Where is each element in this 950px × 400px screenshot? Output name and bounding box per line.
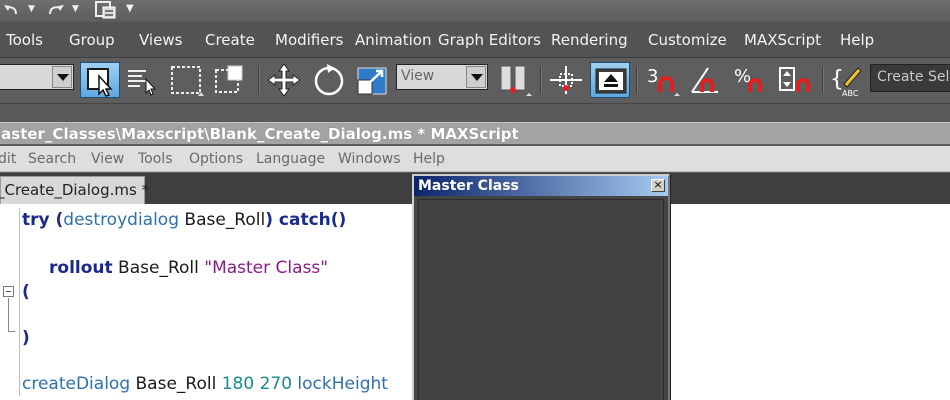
code-line-4: )	[22, 328, 30, 348]
maxscript-editor-title: laster_Classes\Maxscript\Blank_Create_Di…	[0, 125, 519, 143]
menu-modifiers[interactable]: Modifiers	[275, 31, 343, 49]
selection-filter-dropdown[interactable]	[0, 64, 74, 90]
menu-help[interactable]: Help	[840, 31, 874, 49]
close-icon[interactable]: ×	[651, 179, 665, 192]
customize-quick-access-icon[interactable]: ▼	[126, 0, 134, 20]
editor-menu-view[interactable]: View	[91, 151, 124, 167]
scale-button[interactable]	[354, 62, 394, 98]
dialog-title-bar[interactable]: Master Class ×	[414, 176, 668, 196]
menu-maxscript[interactable]: MAXScript	[744, 31, 821, 49]
select-by-name-icon[interactable]	[124, 62, 162, 98]
parameter-name: lockHeight	[292, 374, 388, 394]
rotate-icon[interactable]	[310, 62, 348, 98]
reference-coordinate-dropdown[interactable]: View	[396, 64, 488, 90]
identifier: Base_Roll	[130, 374, 222, 394]
toolbar-separator	[822, 66, 823, 94]
tab-label: _Create_Dialog.ms *	[0, 181, 150, 199]
percent-snap-icon[interactable]: %	[732, 62, 772, 98]
chevron-down-icon[interactable]	[52, 66, 72, 88]
menu-graph-editors[interactable]: Graph Editors	[438, 31, 541, 49]
undo-icon[interactable]	[2, 0, 24, 20]
rectangular-selection-icon[interactable]	[168, 62, 208, 98]
menu-tools[interactable]: Tools	[6, 31, 43, 49]
create-selection-set-input[interactable]: Create Sele	[870, 64, 950, 92]
string-literal: "Master Class"	[204, 258, 329, 278]
paren: ()	[330, 210, 347, 230]
identifier: Base_Roll	[179, 210, 266, 230]
fold-guide-end	[8, 331, 15, 332]
identifier: Base_Roll	[112, 258, 205, 278]
spinner-snap-icon[interactable]	[776, 62, 816, 98]
toolbar-separator	[540, 66, 541, 94]
function-name: destroydialog	[63, 210, 179, 230]
gutter-divider	[19, 208, 20, 396]
main-toolbar: View 3 % {ABC Create Sele	[0, 58, 950, 104]
tab-blank-create-dialog[interactable]: _Create_Dialog.ms *	[0, 176, 149, 204]
number-literal: 270	[254, 374, 293, 394]
paren: (	[49, 210, 64, 230]
maxscript-editor-menu: dit Search View Tools Options Language W…	[0, 146, 950, 172]
editor-menu-search[interactable]: Search	[28, 151, 76, 167]
menu-create[interactable]: Create	[205, 31, 255, 49]
scale-icon	[357, 67, 387, 95]
toolbar-gap	[0, 105, 950, 122]
select-and-manipulate-icon[interactable]	[546, 62, 586, 98]
code-gutter	[0, 204, 20, 400]
menu-customize[interactable]: Customize	[648, 31, 727, 49]
toolbar-separator	[636, 66, 637, 94]
redo-icon[interactable]	[44, 0, 66, 20]
keyword-rollout: rollout	[49, 258, 113, 278]
quick-access-toolbar: ▼ ▼ ▼	[0, 0, 950, 22]
svg-text:3: 3	[647, 66, 658, 87]
menu-group[interactable]: Group	[69, 31, 115, 49]
code-line-3: (	[22, 282, 30, 302]
code-line-2: rollout Base_Roll "Master Class"	[49, 258, 328, 278]
editor-menu-edit[interactable]: dit	[0, 151, 16, 167]
keyword-catch: catch	[272, 210, 331, 230]
editor-menu-help[interactable]: Help	[413, 151, 445, 167]
undo-dropdown-icon[interactable]: ▼	[28, 0, 35, 20]
window-crossing-icon[interactable]	[212, 62, 252, 98]
redo-dropdown-icon[interactable]: ▼	[72, 0, 79, 20]
main-menu-bar: Tools Group Views Create Modifiers Anima…	[0, 22, 950, 58]
code-line-1: try (destroydialog Base_Roll) catch()	[22, 210, 346, 230]
dialog-body	[418, 199, 664, 400]
keyboard-shortcut-override-button[interactable]	[590, 62, 630, 98]
menu-rendering[interactable]: Rendering	[551, 31, 628, 49]
select-object-icon	[87, 68, 113, 97]
pivot-point-center-icon[interactable]	[496, 62, 536, 98]
editor-menu-tools[interactable]: Tools	[138, 151, 173, 167]
paren: )	[265, 210, 273, 230]
snaps-toggle-icon[interactable]: 3	[644, 62, 684, 98]
keyboard-shortcut-override-icon	[595, 68, 627, 94]
reference-coordinate-value: View	[401, 68, 435, 84]
function-name: createDialog	[22, 374, 131, 394]
toolbar-separator	[258, 66, 259, 94]
dialog-title: Master Class	[418, 178, 519, 194]
svg-text:ABC: ABC	[842, 89, 859, 98]
move-icon[interactable]	[264, 62, 304, 98]
editor-menu-windows[interactable]: Windows	[338, 151, 401, 167]
chevron-down-icon[interactable]	[466, 66, 486, 88]
edit-named-selection-icon[interactable]: { ABC	[828, 62, 868, 98]
select-object-button[interactable]	[80, 62, 120, 98]
fold-toggle-icon[interactable]	[3, 286, 14, 297]
project-folder-icon[interactable]	[94, 0, 118, 20]
menu-views[interactable]: Views	[139, 31, 182, 49]
angle-snap-icon[interactable]	[688, 62, 728, 98]
fold-guide-line	[8, 298, 9, 332]
keyword-try: try	[22, 210, 50, 230]
editor-menu-language[interactable]: Language	[256, 151, 325, 167]
maxscript-editor-title-bar[interactable]: laster_Classes\Maxscript\Blank_Create_Di…	[0, 122, 950, 144]
menu-animation[interactable]: Animation	[355, 31, 431, 49]
code-line-5: createDialog Base_Roll 180 270 lockHeigh…	[22, 374, 388, 394]
editor-menu-options[interactable]: Options	[189, 151, 243, 167]
master-class-dialog[interactable]: Master Class ×	[412, 174, 670, 400]
number-literal: 180	[221, 374, 255, 394]
